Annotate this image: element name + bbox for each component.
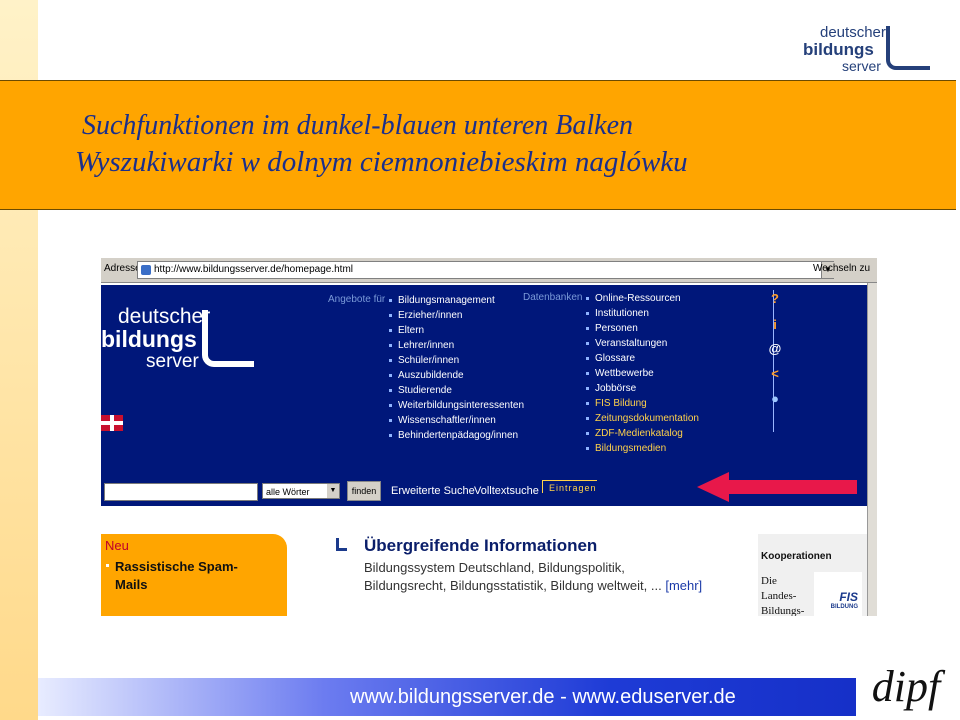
help-icon[interactable]: ?: [768, 292, 782, 306]
search-button[interactable]: finden: [347, 481, 381, 501]
menu-item-highlight[interactable]: FIS Bildung: [586, 396, 699, 411]
eintragen-link[interactable]: Eintragen: [542, 480, 597, 493]
site-logo-bracket-icon: [202, 310, 254, 367]
contact-icon[interactable]: @: [768, 342, 782, 356]
logo-line3: server: [842, 58, 881, 74]
menu-item[interactable]: Studierende: [389, 383, 524, 398]
address-bar: Adresse http://www.bildungsserver.de/hom…: [101, 258, 877, 283]
menu-item[interactable]: Eltern: [389, 323, 524, 338]
more-link[interactable]: [mehr]: [665, 578, 702, 593]
menu-item-highlight[interactable]: Bildungsmedien: [586, 441, 699, 456]
logo-bracket-icon: [886, 26, 930, 70]
url-field[interactable]: http://www.bildungsserver.de/homepage.ht…: [137, 261, 834, 279]
kooperationen-heading: Kooperationen: [761, 551, 832, 562]
datenbanken-menu: Online-Ressourcen Institutionen Personen…: [586, 291, 699, 456]
scrollbar[interactable]: [867, 283, 877, 616]
slide-title-pl: Wyszukiwarki w dolnym ciemnoniebieskim n…: [75, 146, 688, 178]
menu-item-highlight[interactable]: Zeitungsdokumentation: [586, 411, 699, 426]
info-bracket-icon: [336, 538, 347, 551]
globe-icon[interactable]: ●: [768, 392, 782, 406]
fulltext-search-link[interactable]: Volltextsuche: [474, 485, 539, 497]
slide-title-de: Suchfunktionen im dunkel-blauen unteren …: [82, 110, 634, 141]
info-text-body: Bildungssystem Deutschland, Bildungspoli…: [364, 560, 662, 593]
dipf-logo: dipf: [871, 662, 941, 711]
title-band: [0, 80, 956, 210]
arrow-head: [697, 472, 729, 502]
menu-item[interactable]: Erzieher/innen: [389, 308, 524, 323]
kooperationen-text: Die Landes-Bildungs-: [761, 575, 805, 616]
fis-logo-text: FIS: [839, 590, 858, 604]
menu-item[interactable]: Jobbörse: [586, 381, 699, 396]
menu-item[interactable]: Weiterbildungsinteressenten: [389, 398, 524, 413]
info-icon[interactable]: i: [768, 318, 782, 332]
uk-flag-icon[interactable]: [101, 415, 123, 431]
logo-line2: bildungs: [803, 40, 874, 59]
fis-logo-sub: BILDUNG: [830, 604, 858, 610]
menu-item[interactable]: Lehrer/innen: [389, 338, 524, 353]
advanced-search-link[interactable]: Erweiterte Suche: [391, 485, 475, 497]
search-mode-select[interactable]: alle Wörter ▼: [262, 483, 340, 499]
site-logo-line3: server: [146, 351, 199, 372]
news-heading: Neu: [105, 538, 129, 553]
menu-item[interactable]: Wettbewerbe: [586, 366, 699, 381]
news-item-link[interactable]: Rassistische Spam-Mails: [115, 558, 255, 594]
menu-item[interactable]: Veranstaltungen: [586, 336, 699, 351]
menu-item[interactable]: Bildungsmanagement: [389, 293, 524, 308]
menu-item[interactable]: Institutionen: [586, 306, 699, 321]
angebote-menu: Bildungsmanagement Erzieher/innen Eltern…: [389, 293, 524, 443]
fis-logo[interactable]: FIS BILDUNG: [814, 572, 862, 616]
logo-line1: deutscher: [820, 24, 886, 41]
menu-item[interactable]: Auszubildende: [389, 368, 524, 383]
go-button[interactable]: Wechseln zu: [813, 263, 870, 274]
menu-item[interactable]: Personen: [586, 321, 699, 336]
menu-item[interactable]: Behindertenpädagog/innen: [389, 428, 524, 443]
menu-item[interactable]: Schüler/innen: [389, 353, 524, 368]
address-label: Adresse: [104, 263, 141, 274]
arrow-shaft: [727, 480, 857, 494]
kooperationen-box: Kooperationen Die Landes-Bildungs- FIS B…: [758, 534, 867, 616]
news-box: Neu Rassistische Spam-Mails: [101, 534, 287, 616]
url-text: http://www.bildungsserver.de/homepage.ht…: [154, 264, 353, 275]
info-text: Bildungssystem Deutschland, Bildungspoli…: [364, 559, 704, 595]
sitemap-icon[interactable]: <: [768, 367, 782, 381]
search-mode-value: alle Wörter: [266, 487, 310, 497]
menu-item-highlight[interactable]: ZDF-Medienkatalog: [586, 426, 699, 441]
angebote-label: Angebote für: [328, 294, 386, 305]
menu-item[interactable]: Online-Ressourcen: [586, 291, 699, 306]
news-bullet: [106, 564, 109, 567]
icon-divider: [773, 290, 774, 432]
search-input[interactable]: [104, 483, 258, 501]
pointer-arrow: [697, 472, 857, 502]
browser-screenshot: Adresse http://www.bildungsserver.de/hom…: [101, 258, 877, 616]
menu-item[interactable]: Glossare: [586, 351, 699, 366]
bildungsserver-logo: deutscher bildungs server: [798, 16, 940, 80]
page-icon: [141, 265, 151, 275]
datenbanken-label: Datenbanken: [523, 292, 583, 303]
info-heading[interactable]: Übergreifende Informationen: [364, 536, 597, 556]
menu-item[interactable]: Wissenschaftler/innen: [389, 413, 524, 428]
chevron-down-icon: ▼: [327, 484, 339, 498]
site-logo-line2: bildungs: [101, 326, 197, 352]
footer-text: www.bildungsserver.de - www.eduserver.de: [350, 686, 736, 708]
